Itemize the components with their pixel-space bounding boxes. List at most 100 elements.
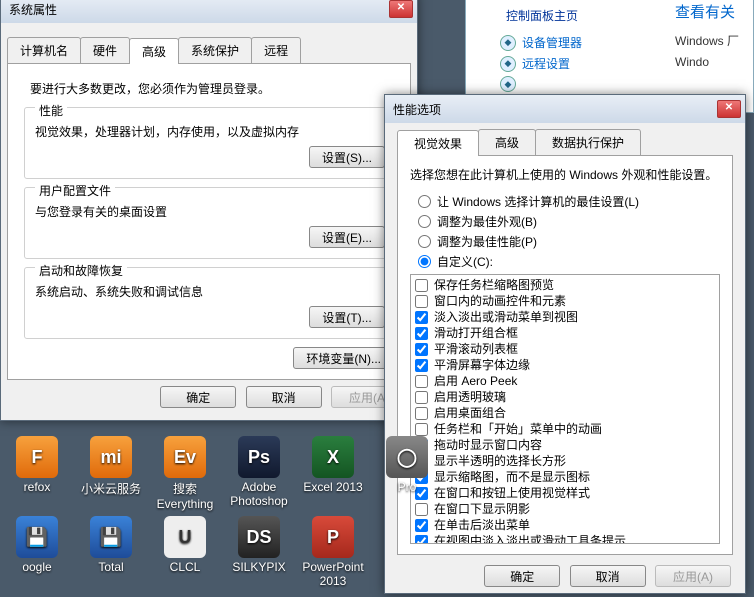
app-icon: F [16, 436, 58, 478]
close-button[interactable]: ✕ [389, 0, 413, 18]
app-icon: U [164, 516, 206, 558]
checkbox[interactable] [415, 295, 428, 308]
tab-1[interactable]: 高级 [478, 129, 536, 155]
check-row[interactable]: 淡入淡出或滑动菜单到视图 [411, 309, 719, 325]
checkbox[interactable] [415, 327, 428, 340]
check-row[interactable]: 滑动打开组合框 [411, 325, 719, 341]
shield-icon: ◆ [500, 56, 516, 72]
group-title: 用户配置文件 [35, 182, 115, 199]
radio-1[interactable]: 调整为最佳外观(B) [418, 213, 720, 230]
tab-4[interactable]: 远程 [251, 37, 301, 63]
check-row[interactable]: 启用透明玻璃 [411, 389, 719, 405]
checkbox[interactable] [415, 407, 428, 420]
settings-profile-button[interactable]: 设置(E)... [309, 226, 385, 248]
check-row[interactable]: 平滑屏幕字体边缘 [411, 357, 719, 373]
cancel-button[interactable]: 取消 [246, 386, 322, 408]
tab-2[interactable]: 数据执行保护 [535, 129, 641, 155]
desktop-icon[interactable]: ◯Pro [371, 436, 443, 512]
window-title: 性能选项 [389, 101, 441, 118]
desktop-icon[interactable]: PsAdobe Photoshop [223, 436, 295, 512]
icon-label: Total [98, 560, 123, 574]
desktop-icon[interactable]: Ev搜索 Everything [149, 436, 221, 512]
app-icon: 💾 [90, 516, 132, 558]
group-performance: 性能 视觉效果，处理器计划，内存使用，以及虚拟内存 设置(S)... [24, 107, 394, 179]
desktop-icon[interactable]: UCLCL [149, 516, 221, 592]
radio-label: 自定义(C): [437, 253, 493, 270]
cpl-link-more[interactable]: ◆ [500, 76, 743, 92]
radio-input[interactable] [418, 195, 431, 208]
group-title: 启动和故障恢复 [35, 262, 127, 279]
description: 选择您想在此计算机上使用的 Windows 外观和性能设置。 [410, 166, 720, 183]
settings-perf-button[interactable]: 设置(S)... [309, 146, 385, 168]
radio-label: 调整为最佳性能(P) [437, 233, 537, 250]
check-label: 窗口内的动画控件和元素 [434, 293, 566, 309]
cpl-view-info[interactable]: 查看有关 [675, 1, 745, 22]
close-button[interactable]: ✕ [717, 100, 741, 118]
check-row[interactable]: 启用桌面组合 [411, 405, 719, 421]
cpl-text: Windo [675, 55, 745, 69]
group-desc: 视觉效果，处理器计划，内存使用，以及虚拟内存 [35, 123, 385, 140]
radio-input[interactable] [418, 215, 431, 228]
shield-icon: ◆ [500, 35, 516, 51]
checkbox[interactable] [415, 391, 428, 404]
checkbox[interactable] [415, 375, 428, 388]
checkbox[interactable] [415, 311, 428, 324]
group-desc: 系统启动、系统失败和调试信息 [35, 283, 385, 300]
radio-3[interactable]: 自定义(C): [418, 253, 720, 270]
check-label: 平滑滚动列表框 [434, 341, 518, 357]
check-label: 淡入淡出或滑动菜单到视图 [434, 309, 578, 325]
titlebar[interactable]: 系统属性 ✕ [1, 0, 417, 23]
radio-0[interactable]: 让 Windows 选择计算机的最佳设置(L) [418, 193, 720, 210]
env-vars-button[interactable]: 环境变量(N)... [293, 347, 394, 369]
tab-2[interactable]: 高级 [129, 38, 179, 64]
check-row[interactable]: 平滑滚动列表框 [411, 341, 719, 357]
group-title: 性能 [35, 102, 67, 119]
radio-input[interactable] [418, 235, 431, 248]
cpl-text: Windows 厂 [675, 32, 745, 49]
ok-button[interactable]: 确定 [484, 565, 560, 587]
group-profiles: 用户配置文件 与您登录有关的桌面设置 设置(E)... [24, 187, 394, 259]
app-icon: P [312, 516, 354, 558]
check-row[interactable]: 保存任务栏缩略图预览 [411, 277, 719, 293]
desktop-icon[interactable]: 💾 Total [75, 516, 147, 592]
shield-icon: ◆ [500, 76, 516, 92]
tab-bar: 计算机名硬件高级系统保护远程 [7, 37, 411, 64]
ok-button[interactable]: 确定 [160, 386, 236, 408]
check-label: 启用桌面组合 [434, 405, 506, 421]
titlebar[interactable]: 性能选项 ✕ [385, 95, 745, 123]
cancel-button[interactable]: 取消 [570, 565, 646, 587]
app-icon: 💾 [16, 516, 58, 558]
cpl-link-label: 设备管理器 [522, 34, 582, 51]
check-row[interactable]: 启用 Aero Peek [411, 373, 719, 389]
app-icon: ◯ [386, 436, 428, 478]
icon-label: 搜索 Everything [149, 480, 221, 511]
desktop-icon[interactable]: Frefox [1, 436, 73, 512]
tab-0[interactable]: 视觉效果 [397, 130, 479, 156]
desktop-icon[interactable]: mi小米云服务 [75, 436, 147, 512]
icon-label: refox [24, 480, 51, 494]
settings-startup-button[interactable]: 设置(T)... [309, 306, 385, 328]
radio-group: 让 Windows 选择计算机的最佳设置(L) 调整为最佳外观(B) 调整为最佳性能… [410, 193, 720, 270]
desktop-icon[interactable]: 💾oogle [1, 516, 73, 592]
radio-input[interactable] [418, 255, 431, 268]
checkbox[interactable] [415, 343, 428, 356]
radio-2[interactable]: 调整为最佳性能(P) [418, 233, 720, 250]
tab-bar: 视觉效果高级数据执行保护 [397, 129, 733, 156]
check-row[interactable]: 窗口内的动画控件和元素 [411, 293, 719, 309]
check-label: 滑动打开组合框 [434, 325, 518, 341]
desktop-icon[interactable]: XExcel 2013 [297, 436, 369, 512]
desktop-icon[interactable]: PPowerPoint 2013 [297, 516, 369, 592]
tab-0[interactable]: 计算机名 [7, 37, 81, 63]
desktop-icons: Frefoxmi小米云服务Ev搜索 EverythingPsAdobe Phot… [0, 434, 465, 594]
checkbox[interactable] [415, 279, 428, 292]
desktop-icon[interactable]: DSSILKYPIX [223, 516, 295, 592]
radio-label: 调整为最佳外观(B) [437, 213, 537, 230]
tab-3[interactable]: 系统保护 [178, 37, 252, 63]
tab-1[interactable]: 硬件 [80, 37, 130, 63]
check-label: 平滑屏幕字体边缘 [434, 357, 530, 373]
group-startup: 启动和故障恢复 系统启动、系统失败和调试信息 设置(T)... [24, 267, 394, 339]
app-icon: Ps [238, 436, 280, 478]
checkbox[interactable] [415, 359, 428, 372]
apply-button[interactable]: 应用(A) [655, 565, 731, 587]
radio-label: 让 Windows 选择计算机的最佳设置(L) [437, 193, 639, 210]
